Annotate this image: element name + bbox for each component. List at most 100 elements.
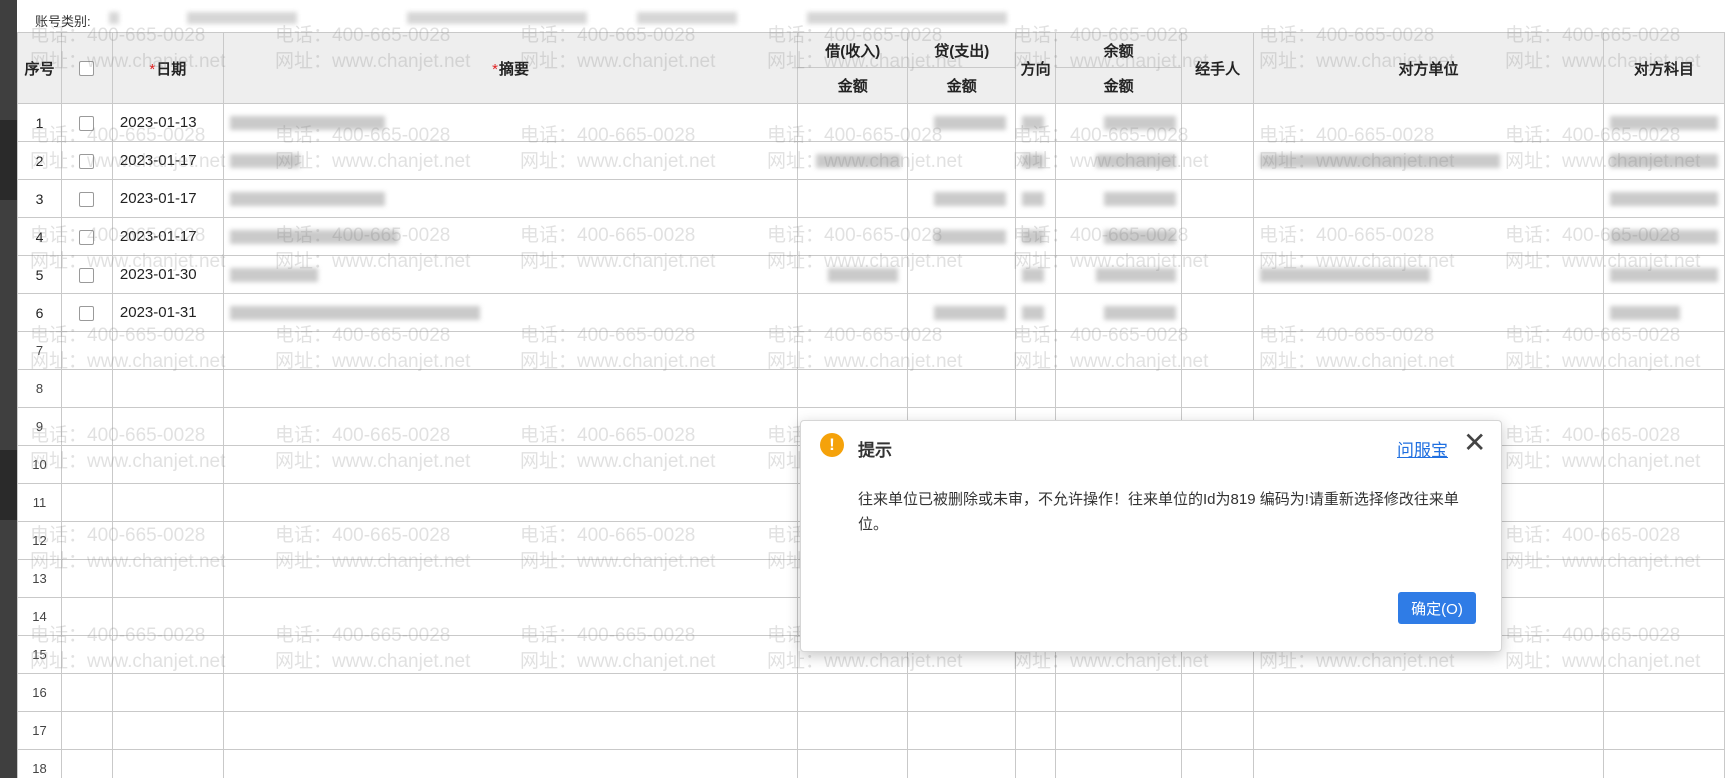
row-handler[interactable] bbox=[1181, 179, 1255, 218]
row-select-cell[interactable] bbox=[60, 293, 113, 332]
row-counter-account[interactable] bbox=[1602, 217, 1725, 256]
empty-cell[interactable] bbox=[60, 597, 113, 636]
table-row[interactable]: 3 2023-01-17 bbox=[17, 179, 1725, 218]
row-debit-amount[interactable] bbox=[797, 255, 909, 294]
empty-cell[interactable] bbox=[222, 711, 799, 750]
row-counter-account[interactable] bbox=[1602, 255, 1725, 294]
empty-cell[interactable] bbox=[1602, 331, 1725, 370]
row-handler[interactable] bbox=[1181, 255, 1255, 294]
empty-cell[interactable] bbox=[907, 749, 1017, 778]
empty-cell[interactable] bbox=[222, 445, 799, 484]
empty-cell[interactable] bbox=[222, 483, 799, 522]
row-direction[interactable] bbox=[1015, 293, 1057, 332]
empty-cell[interactable] bbox=[222, 331, 799, 370]
row-select-cell[interactable] bbox=[60, 179, 113, 218]
row-date[interactable]: 2023-01-30 bbox=[111, 255, 224, 294]
row-debit-amount[interactable] bbox=[797, 217, 909, 256]
empty-cell[interactable] bbox=[1253, 673, 1604, 712]
row-summary[interactable] bbox=[222, 255, 799, 294]
row-debit-amount[interactable] bbox=[797, 293, 909, 332]
row-summary[interactable] bbox=[222, 293, 799, 332]
empty-cell[interactable] bbox=[1015, 331, 1057, 370]
header-date[interactable]: *日期 bbox=[111, 32, 224, 104]
empty-cell[interactable] bbox=[1055, 331, 1183, 370]
empty-cell[interactable] bbox=[222, 407, 799, 446]
empty-cell[interactable] bbox=[60, 521, 113, 560]
empty-cell[interactable] bbox=[222, 635, 799, 674]
row-checkbox[interactable] bbox=[79, 229, 95, 245]
row-summary[interactable] bbox=[222, 179, 799, 218]
empty-cell[interactable] bbox=[1602, 445, 1725, 484]
row-debit-amount[interactable] bbox=[797, 103, 909, 142]
table-row[interactable]: 5 2023-01-30 bbox=[17, 255, 1725, 294]
empty-cell[interactable] bbox=[1602, 407, 1725, 446]
empty-cell[interactable] bbox=[111, 369, 224, 408]
row-date[interactable]: 2023-01-13 bbox=[111, 103, 224, 142]
empty-cell[interactable] bbox=[111, 521, 224, 560]
row-credit-amount[interactable] bbox=[907, 217, 1017, 256]
empty-cell[interactable] bbox=[60, 331, 113, 370]
row-checkbox[interactable] bbox=[79, 115, 95, 131]
empty-cell[interactable] bbox=[1181, 711, 1255, 750]
row-select-cell[interactable] bbox=[60, 255, 113, 294]
empty-cell[interactable] bbox=[111, 749, 224, 778]
empty-cell[interactable] bbox=[222, 559, 799, 598]
row-direction[interactable] bbox=[1015, 103, 1057, 142]
empty-cell[interactable] bbox=[60, 749, 113, 778]
select-all-checkbox[interactable] bbox=[79, 61, 95, 77]
empty-cell[interactable] bbox=[111, 673, 224, 712]
row-handler[interactable] bbox=[1181, 103, 1255, 142]
empty-cell[interactable] bbox=[1602, 369, 1725, 408]
empty-cell[interactable] bbox=[1602, 749, 1725, 778]
row-select-cell[interactable] bbox=[60, 141, 113, 180]
table-row[interactable]: 6 2023-01-31 bbox=[17, 293, 1725, 332]
empty-cell[interactable] bbox=[111, 331, 224, 370]
row-date[interactable]: 2023-01-17 bbox=[111, 179, 224, 218]
empty-cell[interactable] bbox=[1253, 331, 1604, 370]
row-credit-amount[interactable] bbox=[907, 179, 1017, 218]
empty-cell[interactable] bbox=[1015, 711, 1057, 750]
empty-row[interactable]: 18 bbox=[17, 749, 1725, 778]
row-balance-amount[interactable] bbox=[1055, 141, 1183, 180]
row-balance-amount[interactable] bbox=[1055, 179, 1183, 218]
empty-cell[interactable] bbox=[1253, 749, 1604, 778]
empty-cell[interactable] bbox=[1181, 749, 1255, 778]
empty-cell[interactable] bbox=[111, 559, 224, 598]
row-direction[interactable] bbox=[1015, 217, 1057, 256]
row-balance-amount[interactable] bbox=[1055, 293, 1183, 332]
empty-cell[interactable] bbox=[1181, 369, 1255, 408]
empty-row[interactable]: 8 bbox=[17, 369, 1725, 408]
row-direction[interactable] bbox=[1015, 179, 1057, 218]
row-debit-amount[interactable] bbox=[797, 141, 909, 180]
empty-row[interactable]: 17 bbox=[17, 711, 1725, 750]
table-row[interactable]: 4 2023-01-17 bbox=[17, 217, 1725, 256]
row-counter-account[interactable] bbox=[1602, 179, 1725, 218]
empty-cell[interactable] bbox=[60, 673, 113, 712]
empty-cell[interactable] bbox=[1181, 331, 1255, 370]
row-checkbox[interactable] bbox=[79, 191, 95, 207]
row-counter-account[interactable] bbox=[1602, 293, 1725, 332]
empty-cell[interactable] bbox=[1253, 711, 1604, 750]
empty-cell[interactable] bbox=[60, 369, 113, 408]
header-summary[interactable]: *摘要 bbox=[222, 32, 799, 104]
row-counter-account[interactable] bbox=[1602, 141, 1725, 180]
close-icon[interactable]: ✕ bbox=[1463, 429, 1486, 457]
table-row[interactable]: 1 2023-01-13 bbox=[17, 103, 1725, 142]
header-select-all[interactable] bbox=[60, 32, 113, 104]
empty-cell[interactable] bbox=[111, 711, 224, 750]
empty-cell[interactable] bbox=[1602, 597, 1725, 636]
empty-cell[interactable] bbox=[60, 445, 113, 484]
row-direction[interactable] bbox=[1015, 141, 1057, 180]
row-select-cell[interactable] bbox=[60, 103, 113, 142]
row-direction[interactable] bbox=[1015, 255, 1057, 294]
row-summary[interactable] bbox=[222, 141, 799, 180]
empty-cell[interactable] bbox=[222, 749, 799, 778]
empty-cell[interactable] bbox=[1181, 673, 1255, 712]
row-checkbox[interactable] bbox=[79, 305, 95, 321]
row-counterparty[interactable] bbox=[1253, 103, 1604, 142]
empty-cell[interactable] bbox=[60, 483, 113, 522]
ok-button[interactable]: 确定(O) bbox=[1398, 592, 1476, 624]
row-checkbox[interactable] bbox=[79, 153, 95, 169]
row-handler[interactable] bbox=[1181, 217, 1255, 256]
row-checkbox[interactable] bbox=[79, 267, 95, 283]
